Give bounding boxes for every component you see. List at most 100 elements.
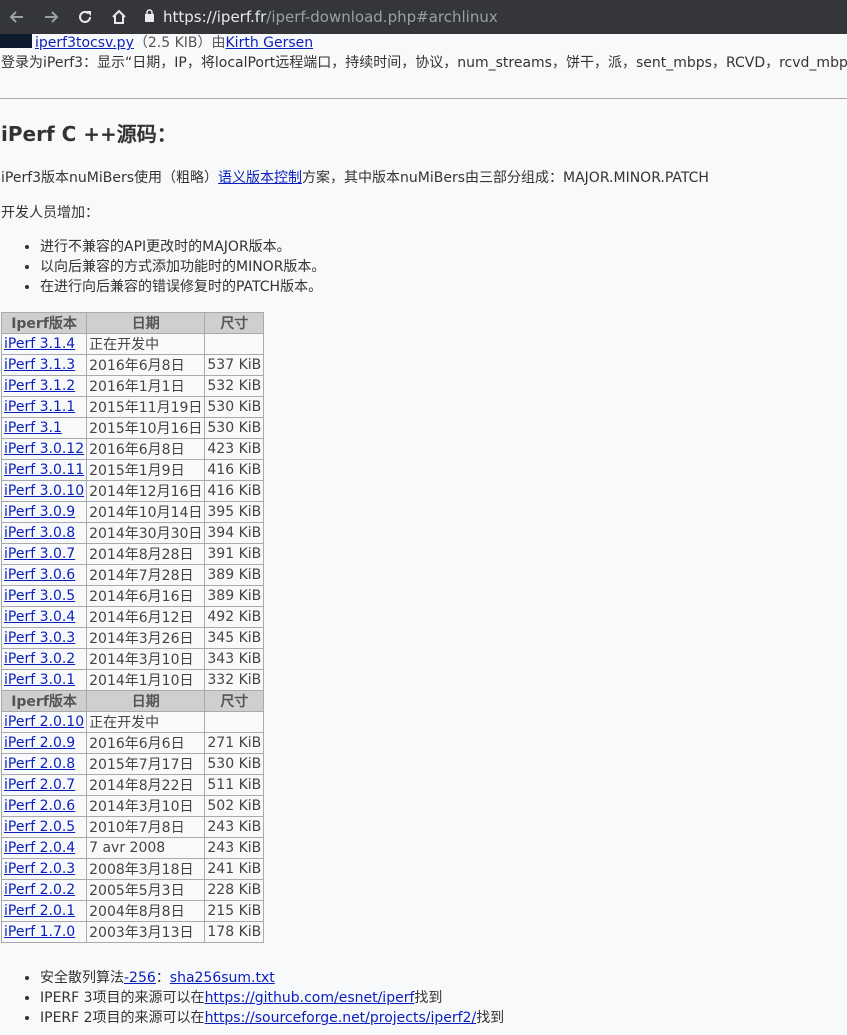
footer-text: IPERF 3项目的来源可以在 <box>40 990 205 1006</box>
date-cell: 2005年5月3日 <box>86 879 206 901</box>
version-link[interactable]: iPerf 3.1 <box>4 420 62 436</box>
version-cell: iPerf 2.0.9 <box>0 732 88 754</box>
version-link[interactable]: iPerf 2.0.5 <box>4 819 75 835</box>
version-link[interactable]: iPerf 3.1.1 <box>4 399 75 415</box>
size-cell: 343 KiB <box>204 648 265 670</box>
size-cell: 243 KiB <box>204 837 265 859</box>
version-link[interactable]: iPerf 2.0.2 <box>4 882 75 898</box>
size-cell: 271 KiB <box>204 732 265 754</box>
table-row: iPerf 3.0.6 2014年7月28日 389 KiB <box>0 564 265 586</box>
table-row: iPerf 3.0.9 2014年10月14日 395 KiB <box>0 501 265 523</box>
version-link[interactable]: iPerf 2.0.1 <box>4 903 75 919</box>
size-cell: 532 KiB <box>204 375 265 397</box>
version-cell: iPerf 3.0.3 <box>0 627 88 649</box>
version-link[interactable]: iPerf 3.0.4 <box>4 609 75 625</box>
version-link[interactable]: iPerf 2.0.7 <box>4 777 75 793</box>
table-row: iPerf 3.0.3 2014年3月26日 345 KiB <box>0 627 265 649</box>
footer-text: IPERF 2项目的来源可以在 <box>40 1010 205 1026</box>
version-cell: iPerf 3.0.12 <box>0 438 88 460</box>
list-item: IPERF 2项目的来源可以在https://sourceforge.net/p… <box>40 1008 504 1028</box>
version-link[interactable]: iPerf 2.0.3 <box>4 861 75 877</box>
home-icon[interactable] <box>108 6 130 28</box>
version-link[interactable]: iPerf 3.0.12 <box>4 441 84 457</box>
script-link[interactable]: iperf3tocsv.py <box>35 35 134 51</box>
version-cell: iPerf 3.0.7 <box>0 543 88 565</box>
size-cell: 394 KiB <box>204 522 265 544</box>
sourceforge-link[interactable]: https://sourceforge.net/projects/iperf2/ <box>205 1010 477 1026</box>
version-link[interactable]: iPerf 2.0.10 <box>4 714 84 730</box>
version-link[interactable]: iPerf 3.0.3 <box>4 630 75 646</box>
version-cell: iPerf 3.1 <box>0 417 88 439</box>
version-link[interactable]: iPerf 1.7.0 <box>4 924 75 940</box>
version-link[interactable]: iPerf 3.1.2 <box>4 378 75 394</box>
size-cell: 332 KiB <box>204 669 265 691</box>
table-row: iPerf 3.1.2 2016年1月1日 532 KiB <box>0 375 265 397</box>
version-link[interactable]: iPerf 3.0.11 <box>4 462 84 478</box>
forward-arrow-icon[interactable] <box>40 6 62 28</box>
version-cell: iPerf 2.0.7 <box>0 774 88 796</box>
login-description: 登录为iPerf3：显示“日期，IP，将localPort远程端口，持续时间，协… <box>1 55 847 71</box>
author-link[interactable]: Kirth Gersen <box>226 35 314 51</box>
table-row: iPerf 2.0.1 2004年8月8日 215 KiB <box>0 900 265 922</box>
version-link[interactable]: iPerf 3.0.9 <box>4 504 75 520</box>
size-cell: 416 KiB <box>204 480 265 502</box>
url-host: https://iperf.fr <box>163 8 267 26</box>
size-cell: 389 KiB <box>204 564 265 586</box>
dev-increase-text: 开发人员增加： <box>1 205 99 221</box>
back-arrow-icon[interactable] <box>6 6 28 28</box>
date-cell: 正在开发中 <box>86 333 206 355</box>
table-row: iPerf 2.0.7 2014年8月22日 511 KiB <box>0 774 265 796</box>
column-header: 尺寸 <box>204 312 265 334</box>
date-cell: 2004年8月8日 <box>86 900 206 922</box>
date-cell: 7 avr 2008 <box>86 837 206 859</box>
date-cell: 2016年6月6日 <box>86 732 206 754</box>
column-header: Iperf版本 <box>0 690 88 712</box>
version-link[interactable]: iPerf 3.0.10 <box>4 483 84 499</box>
version-cell: iPerf 3.0.1 <box>0 669 88 691</box>
version-cell: iPerf 2.0.3 <box>0 858 88 880</box>
version-cell: iPerf 3.0.11 <box>0 459 88 481</box>
version-cell: iPerf 3.0.2 <box>0 648 88 670</box>
address-bar[interactable]: https://iperf.fr/iperf-download.php#arch… <box>144 8 498 26</box>
version-cell: iPerf 3.1.1 <box>0 396 88 418</box>
version-link[interactable]: iPerf 3.1.3 <box>4 357 75 373</box>
reload-icon[interactable] <box>74 6 96 28</box>
list-item: 以向后兼容的方式添加功能时的MINOR版本。 <box>40 257 325 277</box>
version-link[interactable]: iPerf 3.0.1 <box>4 672 75 688</box>
version-cell: iPerf 3.1.2 <box>0 375 88 397</box>
table-row: iPerf 2.0.3 2008年3月18日 241 KiB <box>0 858 265 880</box>
version-link[interactable]: iPerf 2.0.8 <box>4 756 75 772</box>
date-cell: 2016年6月8日 <box>86 354 206 376</box>
version-link[interactable]: iPerf 2.0.6 <box>4 798 75 814</box>
list-item: 安全散列算法-256：sha256sum.txt <box>40 968 504 988</box>
github-link[interactable]: https://github.com/esnet/iperf <box>205 990 415 1006</box>
version-link[interactable]: iPerf 3.0.2 <box>4 651 75 667</box>
date-cell: 2014年7月28日 <box>86 564 206 586</box>
version-link[interactable]: iPerf 3.0.5 <box>4 588 75 604</box>
table-header-row: Iperf版本 日期 尺寸 <box>0 690 265 712</box>
version-link[interactable]: iPerf 3.0.7 <box>4 546 75 562</box>
column-header: Iperf版本 <box>0 312 88 334</box>
version-link[interactable]: iPerf 3.0.6 <box>4 567 75 583</box>
version-link[interactable]: iPerf 3.0.8 <box>4 525 75 541</box>
date-cell: 2014年8月28日 <box>86 543 206 565</box>
version-link[interactable]: iPerf 2.0.4 <box>4 840 75 856</box>
size-cell: 423 KiB <box>204 438 265 460</box>
version-link[interactable]: iPerf 2.0.9 <box>4 735 75 751</box>
size-cell: 537 KiB <box>204 354 265 376</box>
table-row: iPerf 3.0.8 2014年30月30日 394 KiB <box>0 522 265 544</box>
date-cell: 2015年10月16日 <box>86 417 206 439</box>
size-cell: 416 KiB <box>204 459 265 481</box>
version-paragraph: iPerf3版本nuMiBers使用（粗略）语义版本控制方案，其中版本nuMiB… <box>1 168 709 188</box>
semver-link[interactable]: 语义版本控制 <box>218 170 302 186</box>
version-cell: iPerf 3.0.4 <box>0 606 88 628</box>
table-row: iPerf 3.0.2 2014年3月10日 343 KiB <box>0 648 265 670</box>
sha-link[interactable]: -256 <box>124 970 156 986</box>
size-cell: 243 KiB <box>204 816 265 838</box>
date-cell: 2015年11月19日 <box>86 396 206 418</box>
version-link[interactable]: iPerf 3.1.4 <box>4 336 75 352</box>
sha256sum-link[interactable]: sha256sum.txt <box>170 970 275 986</box>
script-size: （2.5 KIB）由 <box>133 35 226 51</box>
version-cell: iPerf 2.0.10 <box>0 711 88 733</box>
date-cell: 2003年3月13日 <box>86 921 206 943</box>
